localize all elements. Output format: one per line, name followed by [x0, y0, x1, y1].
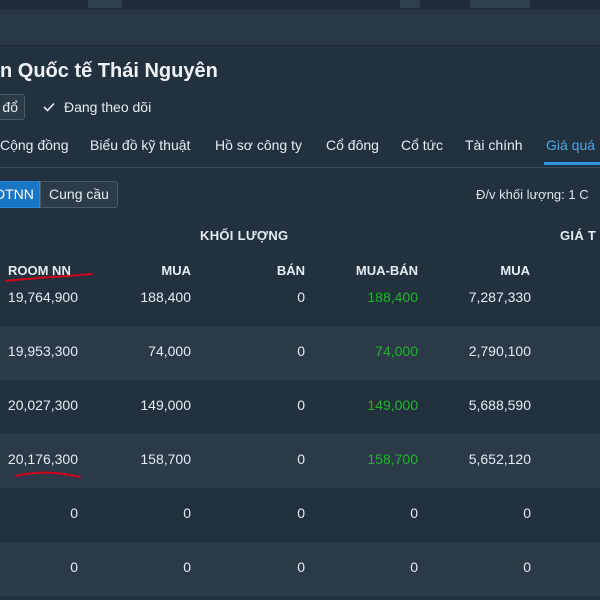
cell-room: 0: [70, 559, 78, 575]
cell-net: 188,400: [367, 289, 418, 305]
table-row: 20,027,300 149,000 0 149,000 5,688,590: [0, 380, 600, 434]
follow-toggle[interactable]: Đang theo dõi: [42, 94, 151, 120]
cell-buy-value: 0: [523, 505, 531, 521]
cell-sell: 0: [297, 451, 305, 467]
cell-buy: 149,000: [140, 397, 191, 413]
cell-net: 0: [410, 505, 418, 521]
table-row: 0 0 0 0 0: [0, 488, 600, 542]
partial-button[interactable]: đổ: [0, 94, 25, 120]
top-strip-item: [400, 0, 420, 8]
unit-label: Đ/v khối lượng: 1 C: [476, 187, 589, 202]
tab-company-profile[interactable]: Hồ sơ công ty: [215, 137, 302, 153]
cell-net: 158,700: [367, 451, 418, 467]
tab-community[interactable]: Cộng đồng: [0, 137, 69, 153]
cell-buy-value: 7,287,330: [468, 289, 531, 305]
tab-technical-chart[interactable]: Biểu đồ kỹ thuật: [90, 137, 190, 153]
cell-sell: 0: [297, 289, 305, 305]
cell-buy: 158,700: [140, 451, 191, 467]
subtab-foreign-trading[interactable]: DTNN: [0, 181, 40, 208]
tab-price-history[interactable]: Giá quá: [546, 137, 595, 153]
cell-buy: 0: [183, 505, 191, 521]
cell-buy-value: 5,652,120: [468, 451, 531, 467]
active-tab-indicator: [544, 162, 600, 165]
cell-buy: 74,000: [148, 343, 191, 359]
tab-dividends[interactable]: Cổ tức: [401, 137, 443, 153]
top-strip-item: [88, 0, 122, 8]
cell-room: 20,176,300: [7, 451, 78, 467]
cell-room: 20,027,300: [7, 397, 78, 413]
top-strip-item: [470, 0, 530, 8]
tab-bar: Cộng đồng Biểu đồ kỹ thuật Hồ sơ công ty…: [0, 128, 600, 168]
subtab-supply-demand[interactable]: Cung cầu: [40, 181, 118, 208]
cell-net: 74,000: [375, 343, 418, 359]
cell-buy-value: 2,790,100: [468, 343, 531, 359]
cell-buy-value: 0: [523, 559, 531, 575]
table-row: 19,953,300 74,000 0 74,000 2,790,100: [0, 326, 600, 380]
cell-sell: 0: [297, 343, 305, 359]
cell-buy: 188,400: [140, 289, 191, 305]
cell-room: 0: [70, 505, 78, 521]
cell-room: 19,764,900: [7, 289, 78, 305]
table-row: 19,764,900 188,400 0 188,400 7,287,330: [0, 272, 600, 326]
group-header-volume: KHỐI LƯỢNG: [200, 228, 289, 243]
cell-buy: 0: [183, 559, 191, 575]
cell-room: 19,953,300: [7, 343, 78, 359]
cell-buy-value: 5,688,590: [468, 397, 531, 413]
company-title: n Quốc tế Thái Nguyên: [0, 60, 218, 82]
group-header-value: GIÁ T: [560, 228, 597, 243]
tab-financials[interactable]: Tài chính: [465, 137, 523, 153]
check-icon: [43, 102, 55, 112]
table-row: 0 0 0 0 0: [0, 542, 600, 596]
tab-shareholders[interactable]: Cổ đông: [326, 137, 379, 153]
follow-label: Đang theo dõi: [64, 99, 152, 115]
top-navigation-bar: [0, 0, 600, 46]
cell-sell: 0: [297, 559, 305, 575]
table-row: 20,176,300 158,700 0 158,700 5,652,120: [0, 434, 600, 488]
cell-sell: 0: [297, 505, 305, 521]
cell-sell: 0: [297, 397, 305, 413]
cell-net: 0: [410, 559, 418, 575]
cell-net: 149,000: [367, 397, 418, 413]
